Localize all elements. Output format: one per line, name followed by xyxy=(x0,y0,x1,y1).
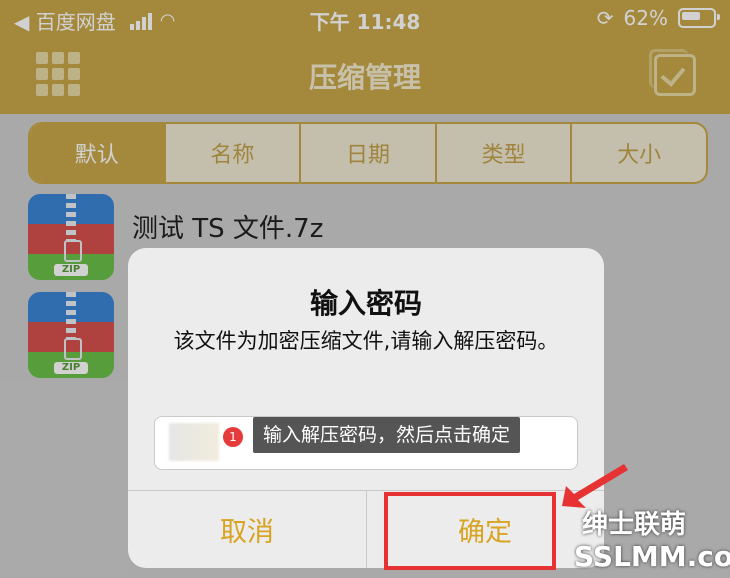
dialog-message: 该文件为加密压缩文件,请输入解压密码。 xyxy=(173,329,559,353)
blurred-text xyxy=(169,423,219,461)
watermark: SSLMM.com xyxy=(574,540,730,573)
password-input[interactable]: 1 输入解压密码，然后点击确定 xyxy=(154,416,578,470)
annotation-arrow-icon xyxy=(562,464,628,508)
cancel-button[interactable]: 取消 xyxy=(128,490,366,568)
step-badge: 1 xyxy=(223,427,243,447)
dialog-title: 输入密码 xyxy=(309,287,422,320)
annotation-tip: 输入解压密码，然后点击确定 xyxy=(253,417,521,453)
highlight-box xyxy=(384,492,556,570)
watermark: 绅士联萌 xyxy=(582,510,687,540)
